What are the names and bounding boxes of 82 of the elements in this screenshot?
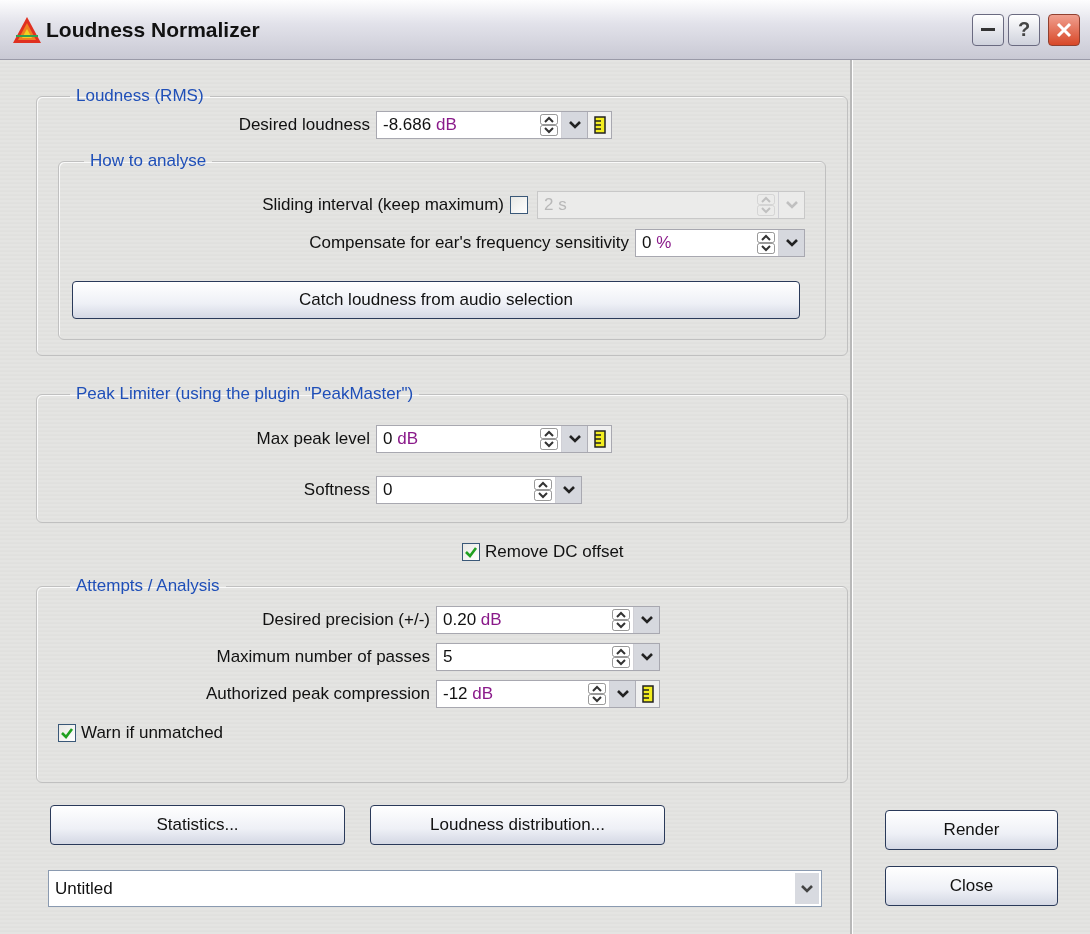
spin-button[interactable] <box>531 477 555 503</box>
catch-button[interactable]: Catch loudness from audio selection <box>72 281 800 319</box>
help-button[interactable]: ? <box>1008 13 1040 46</box>
dropdown-button[interactable] <box>609 681 635 707</box>
spin-button[interactable] <box>537 112 561 138</box>
number-field[interactable]: 0 <box>376 476 582 504</box>
dropdown-button[interactable] <box>778 230 804 256</box>
spinner-arrows-icon <box>534 479 552 501</box>
spinner-arrows-icon <box>540 114 558 136</box>
chevron-down-icon <box>800 883 814 894</box>
field-value: -12 dB <box>442 684 494 704</box>
triangle-logo-icon <box>12 15 42 44</box>
field-label: Desired precision (+/-) <box>261 610 430 630</box>
dialog-button[interactable]: Render <box>885 810 1058 850</box>
chevron-down-icon <box>639 652 654 662</box>
chevron-down-icon <box>639 615 654 625</box>
group-title: Loudness (RMS) <box>75 86 205 106</box>
spinner-arrows-icon <box>588 683 606 705</box>
checkbox-label: Warn if unmatched <box>81 723 224 743</box>
chevron-down-icon <box>784 238 799 248</box>
checkmark-icon <box>464 545 478 559</box>
window-title: Loudness Normalizer <box>46 17 261 42</box>
spinner-arrows-icon <box>540 428 558 450</box>
close-button[interactable] <box>1048 13 1080 46</box>
chevron-down-icon <box>615 689 630 699</box>
spin-button[interactable] <box>754 230 778 256</box>
checkbox[interactable] <box>462 543 480 561</box>
number-field[interactable]: 0 % <box>635 229 805 257</box>
ruler-icon <box>593 430 606 448</box>
chevron-down-icon <box>561 485 576 495</box>
field-label: Compensate for ear's frequency sensitivity <box>309 233 629 253</box>
meter-button[interactable] <box>587 426 611 452</box>
field-value: 0 % <box>641 233 672 253</box>
group-title: How to analyse <box>89 151 208 171</box>
checkbox-label: Remove DC offset <box>485 542 624 562</box>
dropdown-button[interactable] <box>633 644 659 670</box>
chevron-down-icon <box>567 434 582 444</box>
close-icon <box>1056 21 1072 38</box>
field-value: 0 <box>382 480 393 500</box>
number-field[interactable]: -8.686 dB <box>376 111 612 139</box>
minimize-button[interactable] <box>972 13 1004 46</box>
chevron-down-icon <box>784 200 799 210</box>
dropdown-button[interactable] <box>561 112 587 138</box>
field-value: 5 <box>442 647 453 667</box>
spinner-arrows-icon <box>757 194 775 216</box>
minimize-icon <box>981 27 995 32</box>
group-title: Attempts / Analysis <box>75 576 221 596</box>
dropdown-button[interactable] <box>561 426 587 452</box>
ruler-icon <box>593 116 606 134</box>
number-field[interactable]: 0.20 dB <box>436 606 660 634</box>
spinner-arrows-icon <box>612 609 630 631</box>
dropdown-button[interactable] <box>633 607 659 633</box>
group-title: Peak Limiter (using the plugin "PeakMaster") <box>75 384 415 404</box>
field-label: Authorized peak compression <box>205 684 430 704</box>
dialog-button[interactable]: Loudness distribution... <box>370 805 665 845</box>
field-label: Desired loudness <box>237 115 370 135</box>
number-field[interactable]: -12 dB <box>436 680 660 708</box>
field-value: -8.686 dB <box>382 115 457 135</box>
preset-dropdown[interactable]: Untitled <box>48 870 822 907</box>
meter-button[interactable] <box>635 681 659 707</box>
field-label: Sliding interval (keep maximum) <box>262 195 504 215</box>
spin-button[interactable] <box>609 644 633 670</box>
meter-button[interactable] <box>587 112 611 138</box>
spin-button[interactable] <box>537 426 561 452</box>
chevron-down-icon <box>567 120 582 130</box>
spinner-arrows-icon <box>757 232 775 254</box>
field-value: 0 dB <box>382 429 418 449</box>
spinner-arrows-icon <box>612 646 630 668</box>
dialog-button[interactable]: Close <box>885 866 1058 906</box>
field-label: Softness <box>302 480 370 500</box>
number-field[interactable]: 0 dB <box>376 425 612 453</box>
number-field[interactable]: 5 <box>436 643 660 671</box>
checkmark-icon <box>60 726 74 740</box>
ruler-icon <box>641 685 654 703</box>
field-label: Max peak level <box>255 429 370 449</box>
spin-button[interactable] <box>585 681 609 707</box>
dropdown-button[interactable] <box>555 477 581 503</box>
checkbox[interactable] <box>58 724 76 742</box>
dialog-button[interactable]: Statistics... <box>50 805 345 845</box>
field-value: 0.20 dB <box>442 610 502 630</box>
spin-button[interactable] <box>609 607 633 633</box>
field-label: Maximum number of passes <box>215 647 430 667</box>
